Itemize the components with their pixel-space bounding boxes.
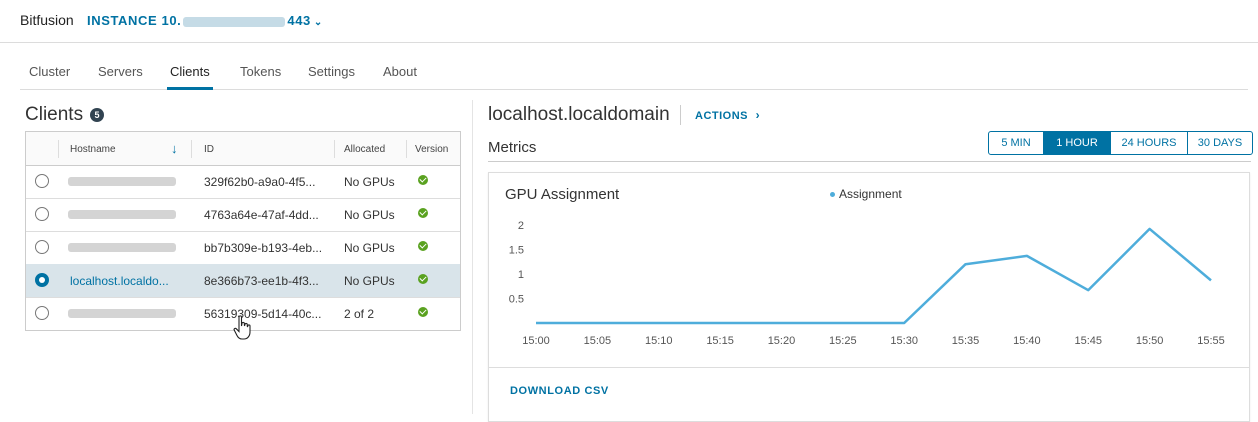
range-1hour-button[interactable]: 1 HOUR [1044, 132, 1111, 154]
sort-arrow-down-icon[interactable]: ↓ [171, 141, 178, 156]
range-30days-button[interactable]: 30 DAYS [1188, 132, 1252, 154]
allocated-value: No GPUs [344, 175, 395, 189]
panel-divider [472, 100, 473, 414]
client-detail-title: localhost.localdomain [488, 104, 670, 125]
card-footer-divider [489, 367, 1249, 368]
check-circle-icon [418, 274, 428, 284]
active-tab-indicator [167, 87, 213, 90]
allocated-value: No GPUs [344, 208, 395, 222]
client-hostname[interactable]: localhost.localdo... [70, 274, 169, 288]
range-5min-button[interactable]: 5 MIN [989, 132, 1044, 154]
client-id: bb7b309e-b193-4eb... [204, 241, 323, 255]
tab-cluster[interactable]: Cluster [29, 64, 70, 79]
table-row[interactable]: 329f62b0-a9a0-4f5... No GPUs [26, 165, 460, 199]
instance-selector[interactable]: INSTANCE 10. 443 ⌄ [87, 13, 323, 28]
column-allocated[interactable]: Allocated [344, 144, 385, 155]
row-radio[interactable] [35, 207, 49, 221]
clients-count-badge: 5 [90, 108, 104, 122]
time-range-selector: 5 MIN 1 HOUR 24 HOURS 30 DAYS [988, 131, 1253, 155]
client-id: 329f62b0-a9a0-4f5... [204, 175, 316, 189]
client-id: 4763a64e-47af-4dd... [204, 208, 319, 222]
allocated-value: No GPUs [344, 241, 395, 255]
column-separator [334, 140, 335, 158]
download-csv-button[interactable]: DOWNLOAD CSV [510, 385, 609, 397]
actions-button[interactable]: ACTIONS › [695, 108, 760, 122]
column-id[interactable]: ID [204, 144, 214, 155]
chevron-down-icon: ⌄ [313, 17, 323, 28]
redacted-hostname [68, 309, 176, 318]
metrics-divider [488, 161, 1251, 162]
title-separator [680, 105, 681, 125]
instance-prefix: INSTANCE 10. [87, 13, 182, 28]
row-radio[interactable] [35, 306, 49, 320]
column-version[interactable]: Version [415, 144, 448, 155]
allocated-value: No GPUs [344, 274, 395, 288]
top-bar: Bitfusion INSTANCE 10. 443 ⌄ [0, 0, 1258, 43]
row-radio-selected[interactable] [35, 273, 49, 287]
table-row[interactable]: bb7b309e-b193-4eb... No GPUs [26, 231, 460, 265]
range-24hours-button[interactable]: 24 HOURS [1111, 132, 1188, 154]
legend-marker [830, 192, 835, 197]
table-row[interactable]: 4763a64e-47af-4dd... No GPUs [26, 198, 460, 232]
app-brand: Bitfusion [20, 12, 74, 28]
clients-title: Clients [25, 104, 84, 125]
row-radio[interactable] [35, 174, 49, 188]
column-separator [406, 140, 407, 158]
check-circle-icon [418, 208, 428, 218]
check-circle-icon [418, 175, 428, 185]
tab-settings[interactable]: Settings [308, 64, 355, 79]
column-separator [191, 140, 192, 158]
clients-grid: Hostname ↓ ID Allocated Version 329f62b0… [25, 131, 461, 331]
row-radio[interactable] [35, 240, 49, 254]
tab-about[interactable]: About [383, 64, 417, 79]
tab-clients[interactable]: Clients [170, 64, 210, 79]
redacted-hostname [68, 177, 176, 186]
metrics-title: Metrics [488, 139, 537, 156]
chevron-right-icon: › [755, 108, 761, 122]
tab-servers[interactable]: Servers [98, 64, 143, 79]
table-row-selected[interactable]: localhost.localdo... 8e366b73-ee1b-4f3..… [26, 264, 460, 298]
column-hostname[interactable]: Hostname [70, 144, 116, 155]
redacted-hostname [68, 210, 176, 219]
column-separator [58, 140, 59, 158]
instance-suffix: 443 [287, 13, 311, 28]
grid-header: Hostname ↓ ID Allocated Version [26, 132, 460, 166]
actions-label: ACTIONS [695, 110, 748, 122]
legend-label: Assignment [839, 187, 902, 201]
check-circle-icon [418, 241, 428, 251]
hand-pointer-icon [233, 315, 251, 340]
client-id: 8e366b73-ee1b-4f3... [204, 274, 319, 288]
check-circle-icon [418, 307, 428, 317]
client-id: 56319309-5d14-40c... [204, 307, 322, 321]
tab-tokens[interactable]: Tokens [240, 64, 281, 79]
chart-title: GPU Assignment [505, 186, 620, 203]
redacted-hostname [68, 243, 176, 252]
allocated-value: 2 of 2 [344, 307, 375, 321]
redacted-ip [183, 16, 286, 27]
